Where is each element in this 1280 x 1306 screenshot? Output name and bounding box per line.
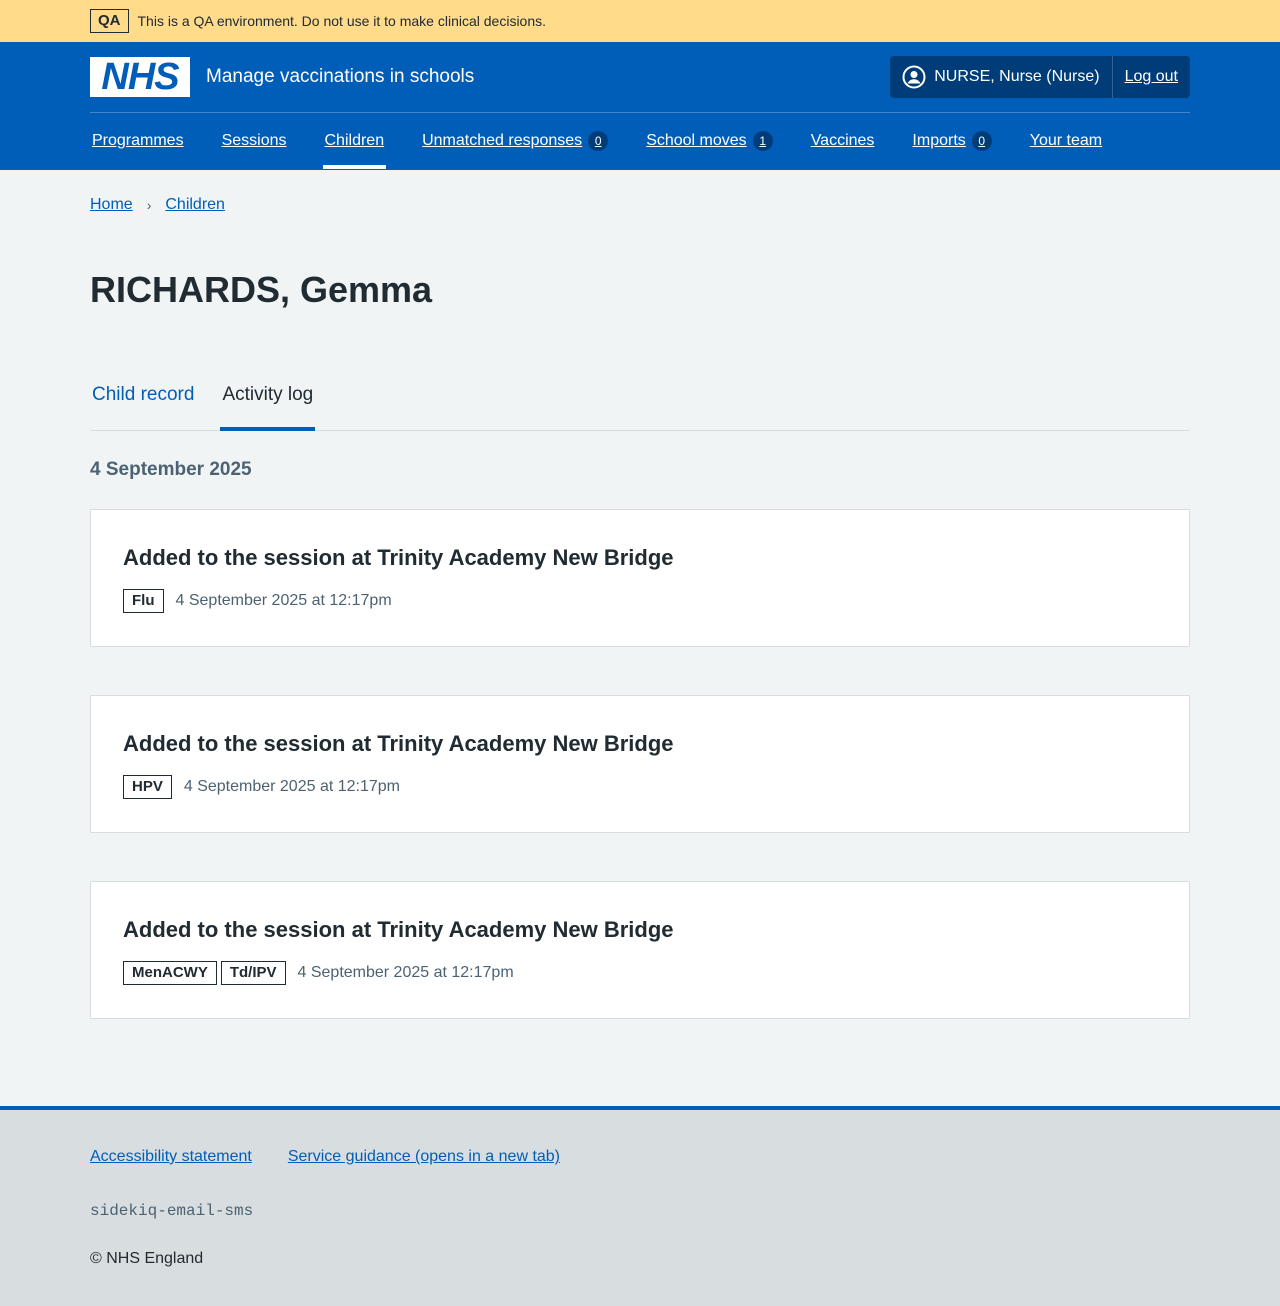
- programme-tag: HPV: [123, 775, 172, 799]
- nav-item-unmatched-responses[interactable]: Unmatched responses 0: [420, 113, 610, 169]
- activity-timestamp: 4 September 2025 at 12:17pm: [297, 964, 514, 981]
- qa-message: This is a QA environment. Do not use it …: [137, 13, 547, 29]
- nav-item-sessions[interactable]: Sessions: [220, 113, 289, 169]
- nav-item-label: Your team: [1029, 132, 1103, 149]
- activity-timestamp: 4 September 2025 at 12:17pm: [183, 778, 400, 795]
- environment-code: sidekiq-email-sms: [90, 1202, 254, 1220]
- logout-link[interactable]: Log out: [1113, 68, 1190, 86]
- footer-links: Accessibility statement Service guidance…: [90, 1148, 1190, 1166]
- breadcrumb-children[interactable]: Children: [165, 196, 225, 214]
- account-panel: NURSE, Nurse (Nurse) Log out: [890, 56, 1190, 98]
- count-badge: 0: [971, 131, 992, 151]
- main-content: Home › Children RICHARDS, Gemma Child re…: [90, 170, 1190, 1106]
- header: NHS Manage vaccinations in schools NURSE…: [0, 42, 1280, 170]
- tabs: Child record Activity log: [90, 376, 1190, 431]
- nav-item-vaccines[interactable]: Vaccines: [809, 113, 877, 169]
- breadcrumb: Home › Children: [90, 170, 1190, 214]
- page-title: RICHARDS, Gemma: [90, 269, 433, 310]
- primary-nav: Programmes Sessions Children Unmatched r…: [90, 113, 1190, 169]
- date-heading: 4 September 2025: [90, 459, 252, 480]
- nav-item-imports[interactable]: Imports 0: [910, 113, 993, 169]
- programme-tag: Td/IPV: [220, 961, 286, 985]
- nav-item-label: Unmatched responses: [422, 132, 583, 149]
- count-badge: 0: [588, 131, 609, 151]
- activity-card: Added to the session at Trinity Academy …: [90, 695, 1190, 833]
- account-user: NURSE, Nurse (Nurse): [890, 56, 1113, 98]
- activity-timestamp: 4 September 2025 at 12:17pm: [175, 592, 392, 609]
- nav-item-label: Imports: [912, 132, 966, 149]
- nav-item-label: School moves: [646, 132, 747, 149]
- nav-item-your-team[interactable]: Your team: [1028, 113, 1104, 169]
- service-guidance-link[interactable]: Service guidance (opens in a new tab): [288, 1148, 560, 1166]
- nhs-logo[interactable]: NHS: [90, 56, 190, 98]
- count-badge: 1: [752, 131, 773, 151]
- activity-title: Added to the session at Trinity Academy …: [123, 731, 674, 756]
- nav-item-label: Children: [324, 132, 385, 149]
- accessibility-statement-link[interactable]: Accessibility statement: [90, 1148, 252, 1166]
- activity-title: Added to the session at Trinity Academy …: [123, 545, 674, 570]
- footer: Accessibility statement Service guidance…: [0, 1106, 1280, 1306]
- copyright: © NHS England: [90, 1250, 204, 1267]
- nav-item-school-moves[interactable]: School moves 1: [644, 113, 775, 169]
- nav-item-programmes[interactable]: Programmes: [90, 113, 186, 169]
- user-circle-icon: [902, 65, 926, 89]
- activity-title: Added to the session at Trinity Academy …: [123, 917, 674, 942]
- breadcrumb-home[interactable]: Home: [90, 196, 133, 214]
- tab-child-record[interactable]: Child record: [90, 376, 196, 430]
- nav-item-label: Vaccines: [810, 132, 875, 149]
- user-name: NURSE, Nurse (Nurse): [934, 68, 1100, 85]
- programme-tag: Flu: [123, 589, 164, 613]
- chevron-right-icon: ›: [146, 197, 152, 213]
- tab-activity-log[interactable]: Activity log: [220, 376, 316, 431]
- qa-tag: QA: [90, 9, 129, 33]
- activity-card: Added to the session at Trinity Academy …: [90, 881, 1190, 1019]
- nav-item-label: Programmes: [92, 132, 184, 149]
- nav-item-label: Sessions: [221, 132, 287, 149]
- service-name[interactable]: Manage vaccinations in schools: [206, 66, 474, 88]
- qa-banner: QA This is a QA environment. Do not use …: [0, 0, 1280, 42]
- nav-item-children[interactable]: Children: [322, 113, 387, 169]
- programme-tag: MenACWY: [123, 961, 217, 985]
- activity-card: Added to the session at Trinity Academy …: [90, 509, 1190, 647]
